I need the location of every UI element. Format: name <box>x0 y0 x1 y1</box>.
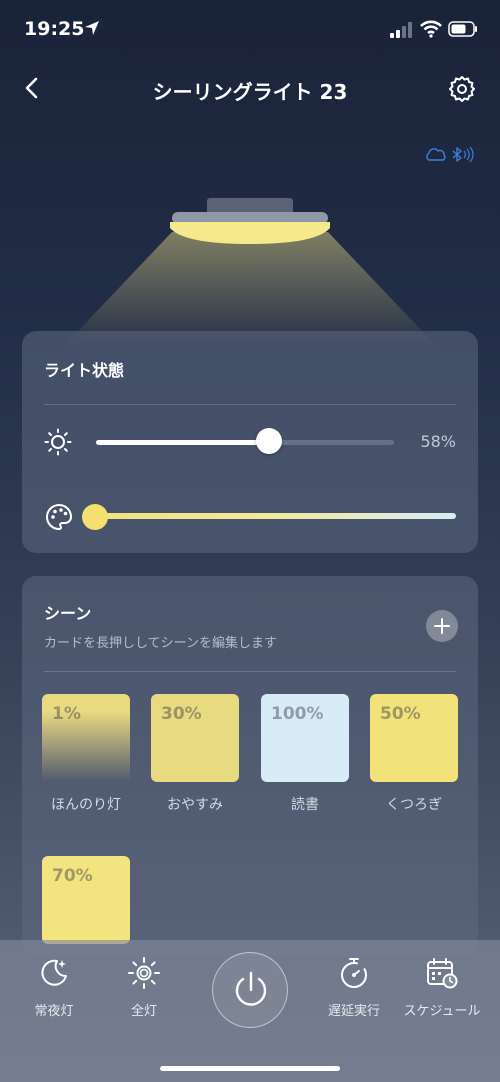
tab-label: スケジュール <box>403 1004 481 1019</box>
brightness-slider-fill <box>96 440 269 445</box>
light-state-card: ライト状態 58% <box>22 331 478 553</box>
scene-name: 読書 <box>291 797 319 813</box>
scene-name: ほんのり灯 <box>51 797 121 813</box>
cloud-icon <box>426 148 446 161</box>
brightness-slider-track[interactable] <box>96 440 394 445</box>
cellular-signal-icon <box>390 22 412 38</box>
brightness-slider-knob[interactable] <box>255 428 282 454</box>
status-time: 19:25 <box>24 18 85 40</box>
add-scene-button[interactable] <box>426 610 458 642</box>
power-button[interactable] <box>212 952 288 1028</box>
scene-title: シーン <box>44 604 92 623</box>
wifi-icon <box>420 20 442 38</box>
tab-label: 全灯 <box>130 1004 157 1019</box>
connection-status <box>426 146 474 163</box>
tab-schedule[interactable]: スケジュール <box>402 956 482 1019</box>
tab-night-light[interactable]: 常夜灯 <box>14 956 94 1019</box>
bottom-toolbar: 常夜灯 全灯 遅延実行 スケジュール <box>0 940 500 1082</box>
tab-label: 遅延実行 <box>327 1004 380 1019</box>
sun-icon <box>128 957 160 989</box>
battery-icon <box>448 21 477 37</box>
schedule-icon <box>427 958 458 989</box>
ceiling-light-illustration <box>60 198 440 350</box>
gear-icon[interactable] <box>448 74 476 102</box>
brightness-value: 58% <box>420 432 456 451</box>
scene-item[interactable]: 30% おやすみ <box>151 694 239 814</box>
scene-tile: 1% <box>42 694 130 782</box>
scene-tile: 70% <box>42 856 130 944</box>
tab-full-light[interactable]: 全灯 <box>104 956 184 1019</box>
scene-percent: 30% <box>161 704 202 724</box>
tab-label: 常夜灯 <box>34 1004 74 1019</box>
color-temperature-slider-track[interactable] <box>96 513 456 519</box>
timer-icon <box>341 958 367 988</box>
scene-percent: 70% <box>52 866 93 886</box>
location-arrow-icon <box>85 21 99 35</box>
light-state-title: ライト状態 <box>44 361 125 380</box>
tab-delay[interactable]: 遅延実行 <box>314 956 394 1019</box>
color-temperature-slider-knob[interactable] <box>82 504 108 530</box>
scene-tile: 30% <box>151 694 239 782</box>
bluetooth-icon <box>452 146 474 163</box>
page-title: シーリングライト 23 <box>152 80 348 104</box>
scene-percent: 1% <box>52 704 81 724</box>
status-bar: 19:25 <box>0 0 500 60</box>
scene-item[interactable]: 100% 読書 <box>261 694 349 814</box>
scene-card: シーン カードを長押ししてシーンを編集します 1% ほんのり灯 30% おやすみ… <box>22 576 478 956</box>
palette-icon <box>46 504 72 530</box>
scene-name: くつろぎ <box>386 797 442 813</box>
divider <box>44 671 456 672</box>
divider <box>44 404 456 405</box>
power-icon <box>235 971 267 1006</box>
scene-percent: 50% <box>380 704 421 724</box>
moon-icon <box>41 959 67 986</box>
nav-header: シーリングライト 23 <box>0 68 500 108</box>
scene-item[interactable]: 50% くつろぎ <box>370 694 458 814</box>
scene-tile: 100% <box>261 694 349 782</box>
brightness-sun-icon <box>44 428 72 456</box>
scene-subtitle: カードを長押ししてシーンを編集します <box>44 636 277 651</box>
scene-percent: 100% <box>271 704 324 724</box>
scene-item[interactable]: 1% ほんのり灯 <box>42 694 130 814</box>
home-indicator[interactable] <box>160 1066 340 1071</box>
scene-name: おやすみ <box>167 797 223 813</box>
scene-tile: 50% <box>370 694 458 782</box>
